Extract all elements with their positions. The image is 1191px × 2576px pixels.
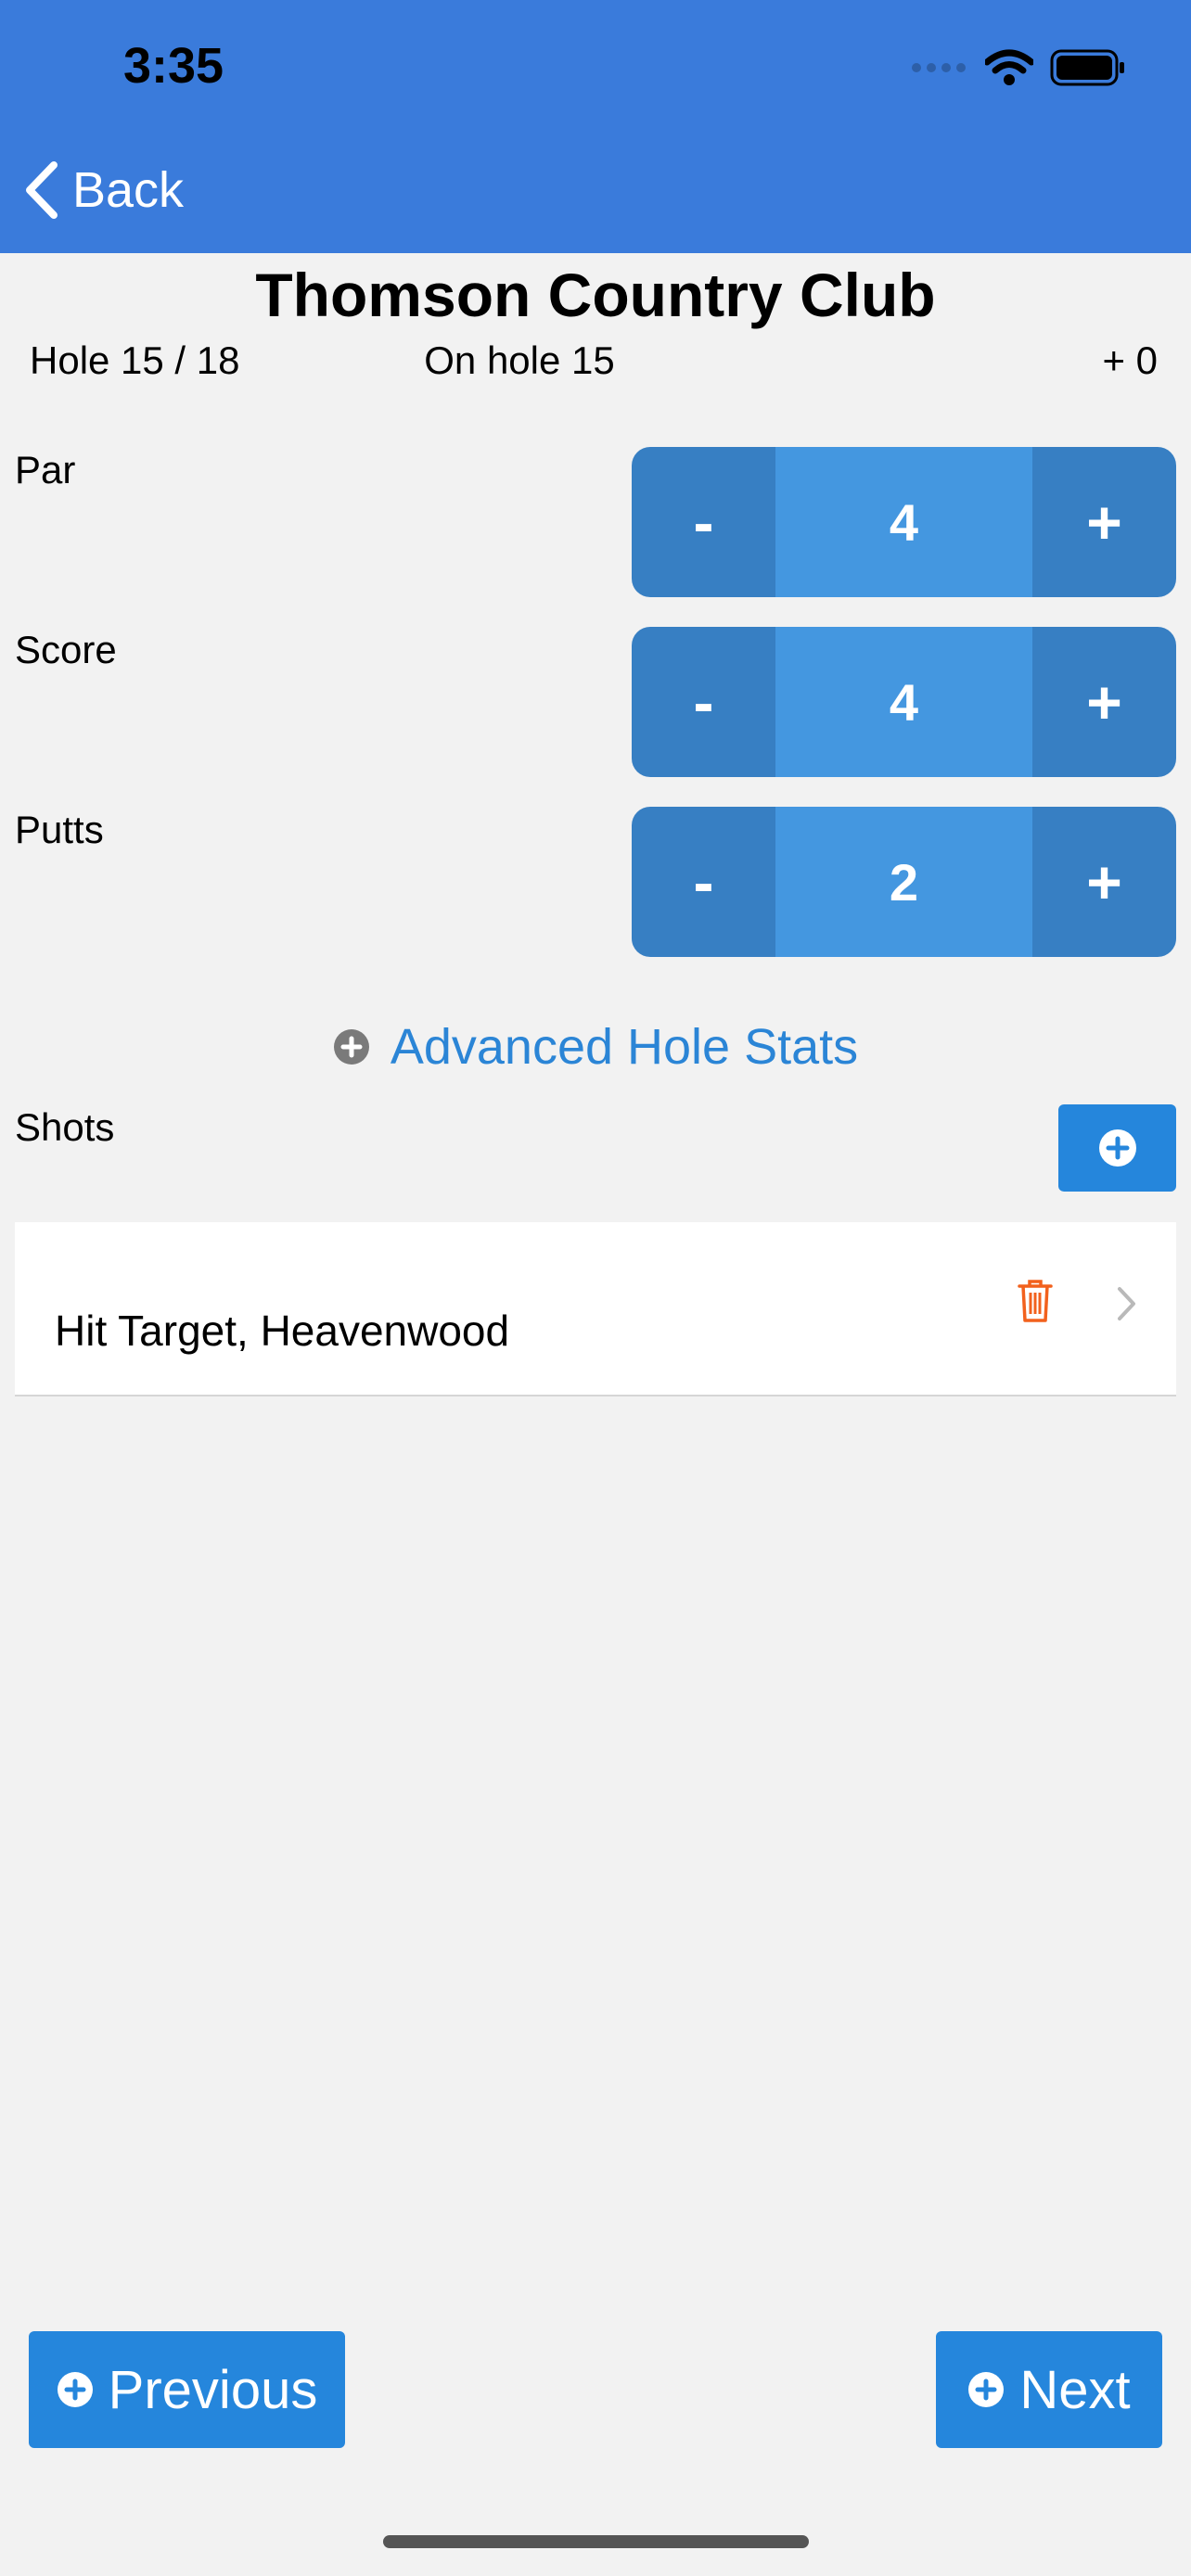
plus-circle-icon	[57, 2372, 93, 2407]
current-hole: On hole 15	[424, 338, 615, 382]
plus-circle-icon	[333, 1029, 369, 1065]
previous-label: Previous	[108, 2359, 318, 2420]
putts-label: Putts	[15, 808, 104, 851]
top-bar: 3:35 Back	[0, 0, 1191, 253]
home-indicator	[383, 2535, 809, 2548]
chevron-right-icon	[1118, 1287, 1135, 1320]
chevron-left-icon	[26, 161, 58, 219]
page-title: Thomson Country Club	[255, 261, 936, 329]
trash-icon[interactable]	[1017, 1278, 1054, 1324]
next-button[interactable]: Next	[936, 2331, 1162, 2448]
wifi-icon	[985, 49, 1033, 85]
score-label: Score	[15, 628, 117, 671]
shots-label: Shots	[15, 1105, 115, 1149]
signal-icon	[912, 63, 966, 72]
putts-decrement-button[interactable]: -	[632, 807, 775, 957]
par-increment-button[interactable]: +	[1032, 447, 1176, 597]
score-value: 4	[775, 627, 1032, 777]
battery-icon	[1050, 49, 1124, 86]
par-value: 4	[775, 447, 1032, 597]
back-label: Back	[72, 162, 185, 218]
par-label: Par	[15, 448, 76, 491]
score-decrement-button[interactable]: -	[632, 627, 775, 777]
back-button[interactable]: Back	[20, 156, 184, 224]
next-label: Next	[1019, 2359, 1131, 2420]
advanced-hole-stats-button[interactable]: Advanced Hole Stats	[0, 1014, 1191, 1080]
add-shot-button[interactable]	[1058, 1104, 1176, 1192]
score-increment-button[interactable]: +	[1032, 627, 1176, 777]
putts-stepper: - 2 +	[632, 807, 1176, 957]
previous-button[interactable]: Previous	[29, 2331, 345, 2448]
shot-description: Hit Target, Heavenwood	[55, 1307, 510, 1355]
score-to-par: + 0	[1102, 338, 1158, 382]
status-time: 3:35	[123, 38, 224, 94]
status-icons	[911, 46, 1126, 89]
plus-circle-icon	[968, 2372, 1005, 2407]
par-stepper: - 4 +	[632, 447, 1176, 597]
par-decrement-button[interactable]: -	[632, 447, 775, 597]
putts-value: 2	[775, 807, 1032, 957]
putts-increment-button[interactable]: +	[1032, 807, 1176, 957]
plus-circle-icon	[1098, 1129, 1136, 1167]
score-stepper: - 4 +	[632, 627, 1176, 777]
advanced-hole-stats-label: Advanced Hole Stats	[390, 1019, 859, 1075]
list-item[interactable]: Hit Target, Heavenwood	[15, 1222, 1176, 1396]
